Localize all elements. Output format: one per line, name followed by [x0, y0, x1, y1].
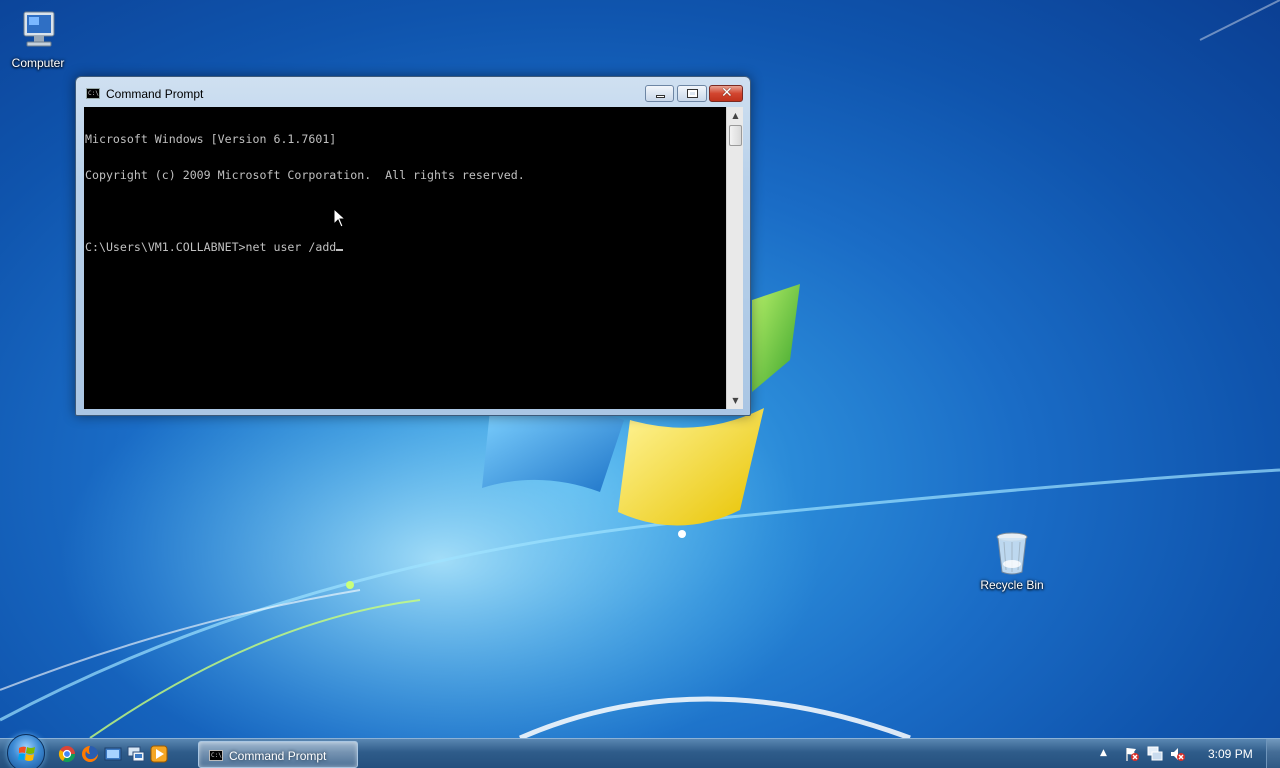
- network-icon[interactable]: [127, 745, 145, 763]
- computer-icon: [14, 8, 62, 54]
- console-line: Copyright (c) 2009 Microsoft Corporation…: [85, 168, 525, 182]
- desktop-icon-computer[interactable]: Computer: [0, 8, 76, 70]
- text-cursor: [336, 249, 344, 251]
- system-tray: ▲ 3:09 PM: [1090, 739, 1280, 768]
- console-command: C:\Users\VM1.COLLABNET>net user /add: [85, 240, 337, 254]
- scroll-up-arrow-icon[interactable]: ▲: [727, 107, 744, 124]
- desktop-icon-label: Computer: [11, 56, 65, 70]
- windows-start-icon: [18, 746, 35, 761]
- close-icon: ✕: [721, 85, 733, 101]
- window-titlebar[interactable]: C:\ Command Prompt ✕: [76, 77, 750, 107]
- network-status-icon[interactable]: [1147, 746, 1163, 762]
- taskbar-item-command-prompt[interactable]: C:\ Command Prompt: [198, 741, 358, 768]
- vertical-scrollbar[interactable]: ▲ ▼: [726, 107, 743, 409]
- explorer-icon[interactable]: [104, 745, 122, 763]
- recycle-bin-icon: [988, 530, 1036, 576]
- maximize-icon: [687, 89, 698, 98]
- show-desktop-button[interactable]: [1266, 739, 1280, 768]
- scroll-thumb[interactable]: [729, 125, 742, 146]
- scroll-down-arrow-icon[interactable]: ▼: [727, 392, 744, 409]
- window-title: Command Prompt: [106, 87, 204, 101]
- close-button[interactable]: ✕: [709, 85, 743, 102]
- chrome-icon[interactable]: [58, 745, 76, 763]
- console-icon: C:\: [209, 750, 223, 761]
- mouse-pointer-icon: [333, 208, 347, 228]
- console-icon: C:\: [86, 88, 100, 99]
- action-center-flag-icon[interactable]: [1124, 746, 1140, 762]
- console-line: Microsoft Windows [Version 6.1.7601]: [85, 132, 337, 146]
- taskbar: C:\ Command Prompt ▲ 3:09 PM: [0, 734, 1280, 768]
- maximize-button[interactable]: [677, 85, 707, 102]
- firefox-icon[interactable]: [81, 745, 99, 763]
- start-button[interactable]: [7, 734, 45, 768]
- minimize-icon: [656, 95, 665, 98]
- desktop-icon-recycle-bin[interactable]: Recycle Bin: [974, 530, 1050, 592]
- taskbar-clock[interactable]: 3:09 PM: [1208, 747, 1253, 761]
- taskbar-item-label: Command Prompt: [229, 749, 327, 763]
- command-prompt-window[interactable]: C:\ Command Prompt ✕ Microsoft Windows […: [75, 76, 751, 416]
- show-hidden-icons-arrow[interactable]: ▲: [1100, 748, 1116, 764]
- console-output[interactable]: Microsoft Windows [Version 6.1.7601] Cop…: [84, 107, 726, 409]
- minimize-button[interactable]: [645, 85, 674, 102]
- console-prompt-line: C:\Users\VM1.COLLABNET>net user /add: [85, 241, 726, 253]
- desktop-icon-label: Recycle Bin: [980, 578, 1044, 592]
- media-player-icon[interactable]: [150, 745, 168, 763]
- volume-muted-icon[interactable]: [1170, 746, 1186, 762]
